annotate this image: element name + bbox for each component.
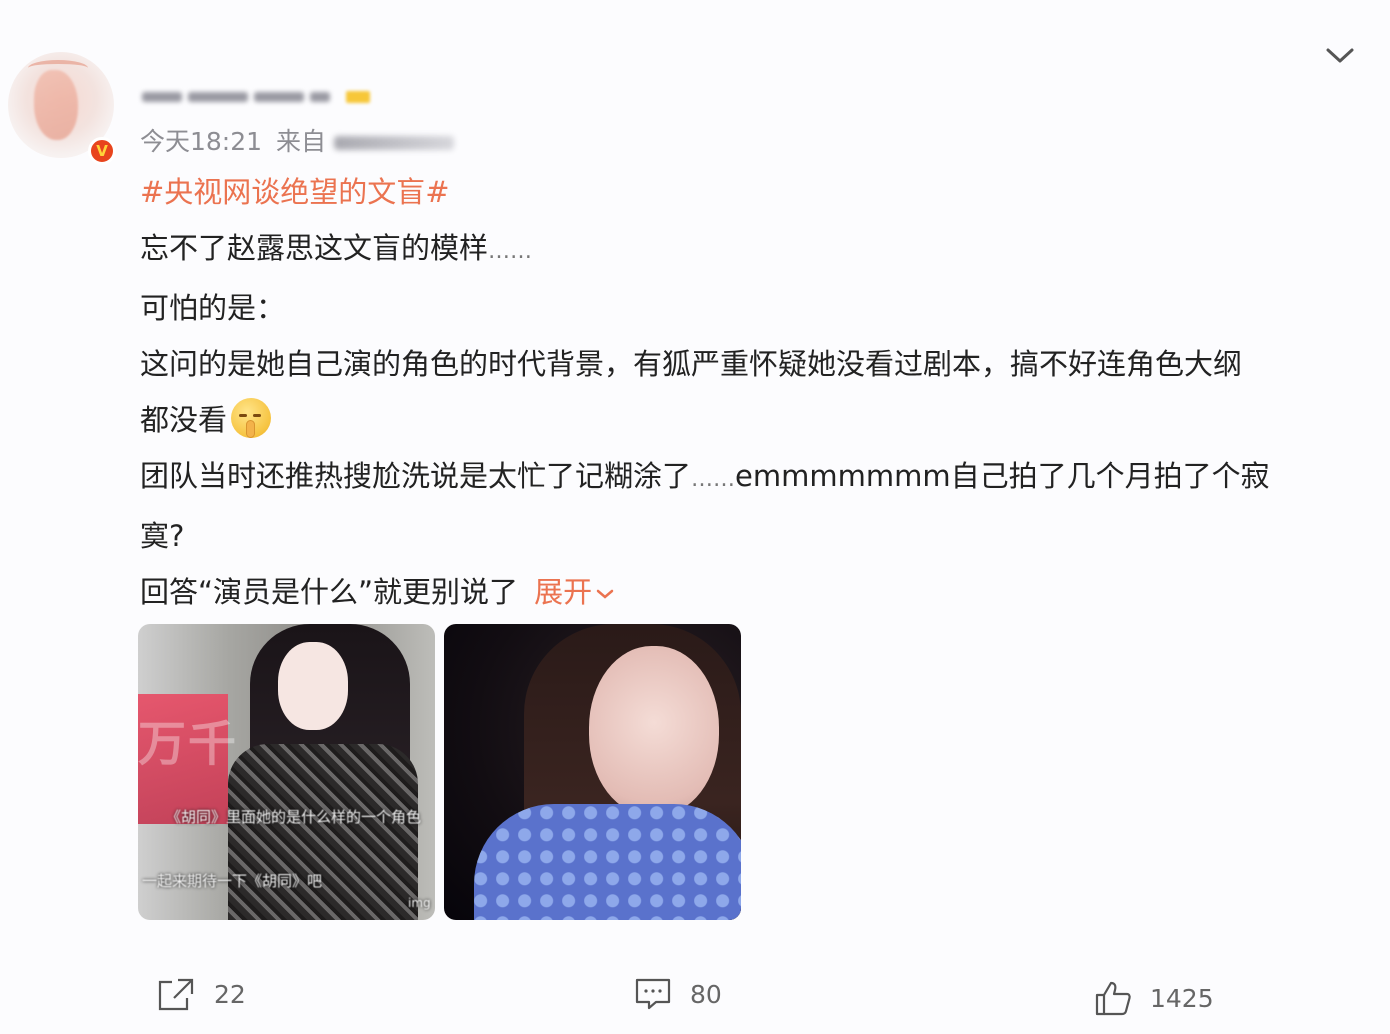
post-source[interactable]: 来自	[276, 122, 455, 158]
image-figure-face	[589, 646, 719, 816]
image-figure-dress	[474, 804, 741, 920]
text-line: 忘不了赵露思这文盲的模样	[140, 231, 489, 265]
comment-count: 80	[690, 979, 722, 1009]
text-line: 寞?	[140, 519, 185, 553]
username-blurred[interactable]	[142, 86, 370, 108]
expand-link[interactable]: 展开	[534, 575, 616, 609]
verified-badge-icon: V	[88, 137, 116, 165]
text-line: 这问的是她自己演的角色的时代背景，有狐严重怀疑她没看过剧本，搞不好连角色大纲	[140, 347, 1243, 381]
chevron-down-icon	[596, 589, 614, 599]
chevron-down-icon[interactable]	[1322, 40, 1358, 70]
source-prefix: 来自	[276, 127, 327, 156]
image-subtitle: 《胡同》里面她的是什么样的一个角色	[166, 808, 422, 826]
ellipsis: ……	[488, 239, 533, 264]
image-watermark: img	[408, 896, 431, 910]
thumbs-up-icon	[1095, 981, 1131, 1016]
shush-emoji-icon	[231, 398, 272, 438]
ellipsis: ……	[691, 467, 736, 492]
source-name-blurred	[334, 136, 455, 150]
comment-icon	[635, 978, 671, 1010]
username-blur-segment	[310, 92, 330, 102]
action-bar: 22 80 1425	[0, 960, 1390, 1034]
post-image-2[interactable]	[444, 624, 741, 920]
share-button[interactable]: 22	[156, 976, 246, 1012]
text-line: 都没看	[140, 403, 228, 437]
post-text: #央视网谈绝望的文盲# 忘不了赵露思这文盲的模样…… 可怕的是： 这问的是她自己…	[140, 164, 1355, 620]
image-sign-text: 万千	[138, 716, 239, 772]
image-figure-face	[278, 642, 348, 730]
like-count: 1425	[1150, 983, 1214, 1013]
post-time[interactable]: 今天18:21	[140, 122, 262, 158]
like-button[interactable]: 1425	[1094, 980, 1214, 1016]
text-line: 回答“演员是什么”就更别说了	[140, 575, 519, 609]
text-line: emmmmmmm自己拍了几个月拍了个寂	[735, 459, 1270, 493]
text-line: 可怕的是：	[140, 291, 286, 325]
post-meta: 今天18:21 来自	[140, 122, 455, 158]
username-blur-segment	[188, 92, 248, 102]
username-blur-segment	[254, 92, 304, 102]
post-image-1[interactable]: 万千 《胡同》里面她的是什么样的一个角色 一起来期待一下《胡同》吧 img	[138, 624, 435, 920]
share-count: 22	[214, 979, 246, 1009]
avatar-figure	[34, 70, 78, 140]
expand-label: 展开	[534, 575, 593, 609]
member-badge-icon	[346, 91, 370, 103]
weibo-post-card: V 今天18:21 来自 #央视网谈绝望的文盲# 忘不了赵露思这文盲的模样…… …	[0, 0, 1390, 1034]
text-line: 团队当时还推热搜尬洗说是太忙了记糊涂了	[140, 459, 692, 493]
image-figure-dress	[228, 744, 418, 920]
hashtag-link[interactable]: #央视网谈绝望的文盲#	[140, 175, 450, 209]
comment-button[interactable]: 80	[634, 976, 722, 1012]
share-icon	[158, 978, 194, 1011]
image-subtitle: 一起来期待一下《胡同》吧	[142, 872, 323, 890]
username-blur-segment	[142, 92, 182, 102]
